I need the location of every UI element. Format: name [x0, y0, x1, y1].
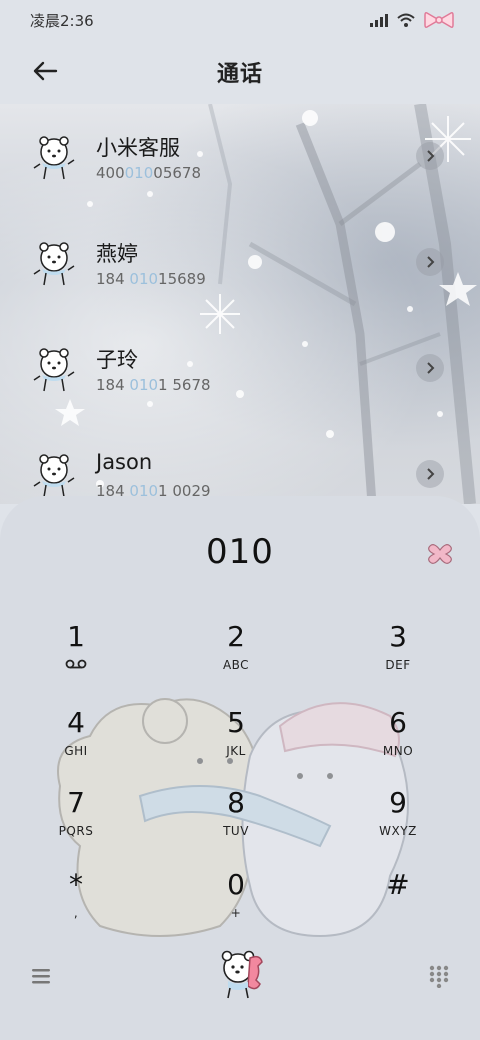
key-2[interactable]: 2 ABC	[176, 620, 296, 690]
page-title: 通话	[216, 62, 263, 87]
contact-name: 燕婷	[96, 242, 138, 266]
header: 通话	[0, 40, 480, 104]
contact-detail-button[interactable]	[416, 248, 444, 276]
back-arrow-icon	[33, 61, 58, 81]
call-icon	[221, 950, 263, 999]
key-0[interactable]: 0 +	[176, 868, 296, 938]
status-time: 凌晨2:36	[30, 11, 94, 30]
key-letters: WXYZ	[379, 824, 417, 838]
contact-row[interactable]: Jason 184 0101 0029	[0, 422, 480, 504]
chevron-right-icon	[427, 362, 435, 374]
contact-detail-button[interactable]	[416, 460, 444, 488]
avatar-icon	[33, 242, 75, 286]
key-digit: 3	[389, 620, 407, 653]
contact-name: 小米客服	[96, 136, 180, 160]
key-letters: JKL	[226, 744, 246, 758]
avatar-icon	[33, 454, 75, 498]
key-1[interactable]: 1	[16, 620, 136, 690]
chevron-right-icon	[427, 468, 435, 480]
key-letters: ABC	[222, 658, 250, 672]
contact-number: 184 0101 5678	[96, 376, 211, 394]
key-star[interactable]: * ,	[16, 868, 136, 938]
dialer-panel: 010 1 2 ABC 3 DEF 4 GHI 5 JKL 6 MNO 7 PQ…	[0, 496, 480, 1040]
key-digit: 4	[67, 706, 85, 739]
menu-button[interactable]	[30, 966, 52, 986]
key-6[interactable]: 6 MNO	[338, 706, 458, 776]
contact-name: Jason	[96, 450, 153, 474]
dialed-number: 010	[206, 532, 274, 572]
contact-name: 子玲	[96, 348, 138, 372]
key-digit: #	[386, 868, 410, 901]
key-digit: 6	[389, 706, 407, 739]
contact-number: 184 01015689	[96, 270, 206, 288]
key-8[interactable]: 8 TUV	[176, 786, 296, 856]
chevron-right-icon	[427, 150, 435, 162]
key-digit: 5	[227, 706, 245, 739]
contact-row[interactable]: 燕婷 184 01015689	[0, 210, 480, 316]
key-letters: ,	[73, 906, 79, 920]
status-bar: 凌晨2:36	[0, 0, 480, 40]
key-7[interactable]: 7 PQRS	[16, 786, 136, 856]
key-4[interactable]: 4 GHI	[16, 706, 136, 776]
wifi-icon	[397, 13, 415, 27]
signal-icon	[370, 13, 388, 27]
contact-detail-button[interactable]	[416, 142, 444, 170]
delete-button[interactable]	[426, 542, 454, 566]
delete-icon	[428, 544, 452, 564]
key-5[interactable]: 5 JKL	[176, 706, 296, 776]
battery-icon	[424, 12, 454, 28]
contact-row[interactable]: 小米客服 40001005678	[0, 104, 480, 210]
key-digit: 2	[227, 620, 245, 653]
avatar-icon	[33, 348, 75, 392]
keypad-icon	[429, 965, 449, 989]
call-button[interactable]	[214, 948, 268, 1000]
key-digit: 0	[227, 868, 245, 901]
back-button[interactable]	[30, 56, 60, 86]
key-digit: *	[69, 868, 83, 901]
contact-number: 40001005678	[96, 164, 201, 182]
contact-row[interactable]: 子玲 184 0101 5678	[0, 316, 480, 422]
voicemail-icon	[16, 658, 136, 672]
key-3[interactable]: 3 DEF	[338, 620, 458, 690]
chevron-right-icon	[427, 256, 435, 268]
avatar-icon	[33, 136, 75, 180]
status-icons	[370, 10, 454, 30]
key-letters: TUV	[223, 824, 249, 838]
search-results: 小米客服 40001005678 燕婷 184 01015689 子玲 184 …	[0, 104, 480, 504]
key-digit: 1	[67, 620, 85, 653]
contact-detail-button[interactable]	[416, 354, 444, 382]
menu-icon	[32, 969, 50, 984]
key-digit: 7	[67, 786, 85, 819]
key-letters: GHI	[64, 744, 88, 758]
keypad-toggle-button[interactable]	[428, 964, 450, 989]
key-letters: PQRS	[58, 824, 94, 838]
key-letters: MNO	[382, 744, 414, 758]
key-hash[interactable]: #	[338, 868, 458, 938]
key-digit: 9	[389, 786, 407, 819]
key-letters: +	[230, 906, 242, 920]
key-9[interactable]: 9 WXYZ	[338, 786, 458, 856]
key-digit: 8	[227, 786, 245, 819]
key-letters: DEF	[385, 658, 411, 672]
